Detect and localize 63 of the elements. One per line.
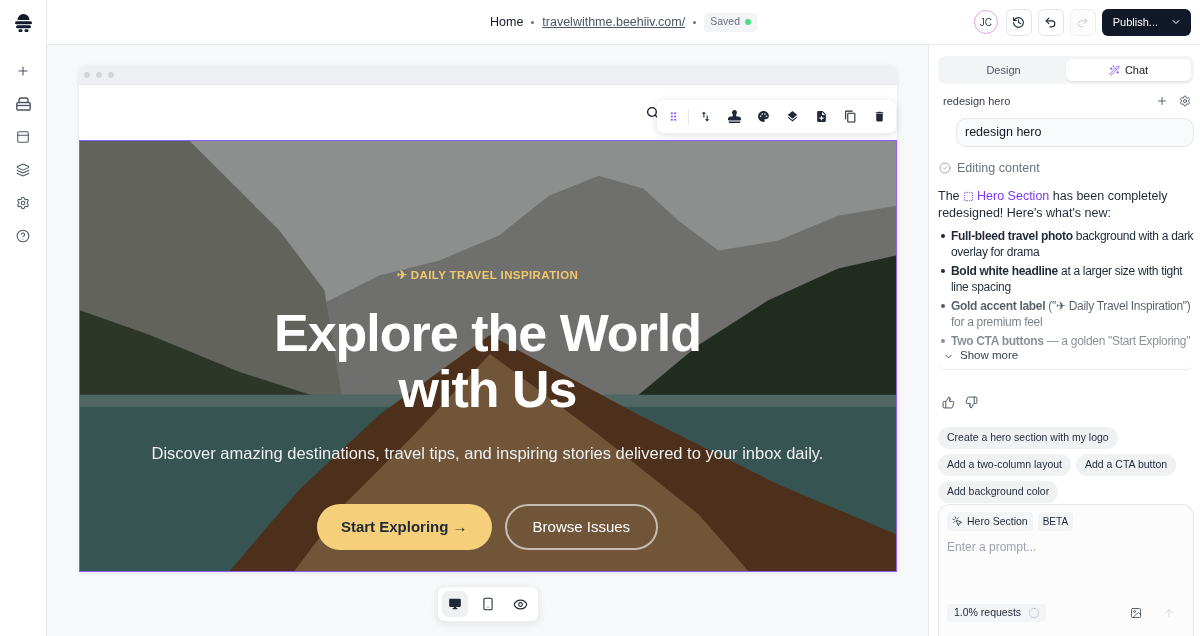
hero-subtitle: Discover amazing destinations, travel tips, and inspiring stories delivered to your inbox daily. bbox=[151, 443, 824, 463]
settings-icon[interactable] bbox=[16, 196, 30, 210]
magic-wand-icon bbox=[1108, 64, 1120, 76]
bullet-text: Bold white headline at a larger size with tight line spacing bbox=[951, 263, 1184, 295]
status-text: Editing content bbox=[957, 159, 1040, 177]
response-text: The Hero Section has been completely redesigned! Here's what's new: bbox=[938, 188, 1169, 222]
desktop-mode-button[interactable] bbox=[441, 591, 468, 617]
image-icon[interactable] bbox=[1130, 607, 1142, 619]
add-icon[interactable] bbox=[16, 64, 30, 78]
hero-section-link[interactable]: Hero Section bbox=[963, 188, 1050, 205]
show-more-button[interactable]: Show more bbox=[938, 349, 1019, 363]
bullet-text: Two CTA buttons — a golden "Start Exploring" bbox=[951, 333, 1191, 349]
hive-logo[interactable] bbox=[14, 13, 32, 32]
publish-button[interactable]: Publish... bbox=[1101, 8, 1191, 36]
bullet-icon bbox=[941, 304, 945, 308]
palette-icon[interactable] bbox=[756, 110, 770, 123]
panel-tab[interactable]: Chat bbox=[1066, 59, 1191, 81]
cta-button[interactable]: Start Exploring → bbox=[316, 504, 492, 550]
save-status-label: Saved bbox=[710, 14, 740, 30]
copy-icon[interactable] bbox=[843, 110, 857, 123]
bullet-icon bbox=[941, 234, 945, 238]
box-icon[interactable] bbox=[15, 97, 31, 111]
add-icon[interactable] bbox=[1156, 95, 1168, 107]
check-circle-icon bbox=[939, 162, 951, 174]
browser-window-icon[interactable] bbox=[16, 130, 30, 144]
stamp-icon[interactable] bbox=[727, 110, 741, 123]
prompt-field[interactable]: Enter a prompt... bbox=[947, 539, 1185, 595]
dashed-square-icon bbox=[963, 191, 975, 202]
beta-badge: BETA bbox=[1037, 512, 1074, 531]
cursor-click-icon bbox=[952, 516, 963, 527]
chat-title: redesign hero bbox=[943, 93, 1011, 109]
usage-ring-icon bbox=[1028, 607, 1041, 619]
help-icon[interactable] bbox=[16, 229, 30, 243]
site-url-link[interactable]: travelwithme.beehiiv.com/ bbox=[542, 12, 686, 32]
hero-headline: Explore the World with Us bbox=[273, 305, 702, 417]
layers-icon[interactable] bbox=[16, 163, 30, 177]
thumbs-down-icon[interactable] bbox=[965, 396, 978, 409]
search-icon[interactable] bbox=[645, 106, 659, 119]
bullet-icon bbox=[941, 339, 945, 343]
settings-icon[interactable] bbox=[1179, 95, 1191, 107]
file-plus-icon[interactable] bbox=[814, 110, 828, 123]
bullet-text: Gold accent label ("✈ Daily Travel Inspiration") for a premium feel bbox=[951, 298, 1192, 330]
outline-button[interactable]: Browse Issues bbox=[504, 504, 659, 550]
history-button[interactable] bbox=[1005, 8, 1032, 36]
context-chip[interactable]: Hero Section bbox=[947, 512, 1033, 531]
suggestion-chip[interactable]: Create a hero section with my logo bbox=[938, 427, 1118, 449]
panel-tab[interactable]: Design bbox=[941, 59, 1066, 81]
page-name: Home bbox=[490, 13, 524, 31]
suggestion-chip[interactable]: Add background color bbox=[938, 481, 1059, 503]
suggestion-chip[interactable]: Add a two-column layout bbox=[938, 454, 1071, 476]
bullet-icon bbox=[941, 269, 945, 273]
usage-label: 1.0% requests bbox=[954, 605, 1022, 621]
suggestion-chip[interactable]: Add a CTA button bbox=[1076, 454, 1177, 476]
mobile-icon bbox=[480, 597, 495, 611]
eye-icon bbox=[513, 596, 528, 612]
hero-section[interactable]: ✈ DAILY TRAVEL INSPIRATION Explore the World with Us Discover amazing destinations, travel tips, and inspiring stories delivered to your inbox daily. Start Exploring → Browse Issues bbox=[78, 140, 897, 572]
eyebrow-label: ✈ DAILY TRAVEL INSPIRATION bbox=[396, 268, 579, 282]
undo-button[interactable] bbox=[1037, 8, 1064, 36]
thumbs-up-icon[interactable] bbox=[942, 396, 955, 409]
desktop-icon bbox=[447, 597, 462, 611]
layers-icon[interactable] bbox=[785, 110, 799, 123]
prompt-box[interactable]: Hero Section BETA Enter a prompt... 1.0% requests bbox=[938, 504, 1194, 636]
user-message-bubble: redesign hero bbox=[956, 118, 1194, 147]
